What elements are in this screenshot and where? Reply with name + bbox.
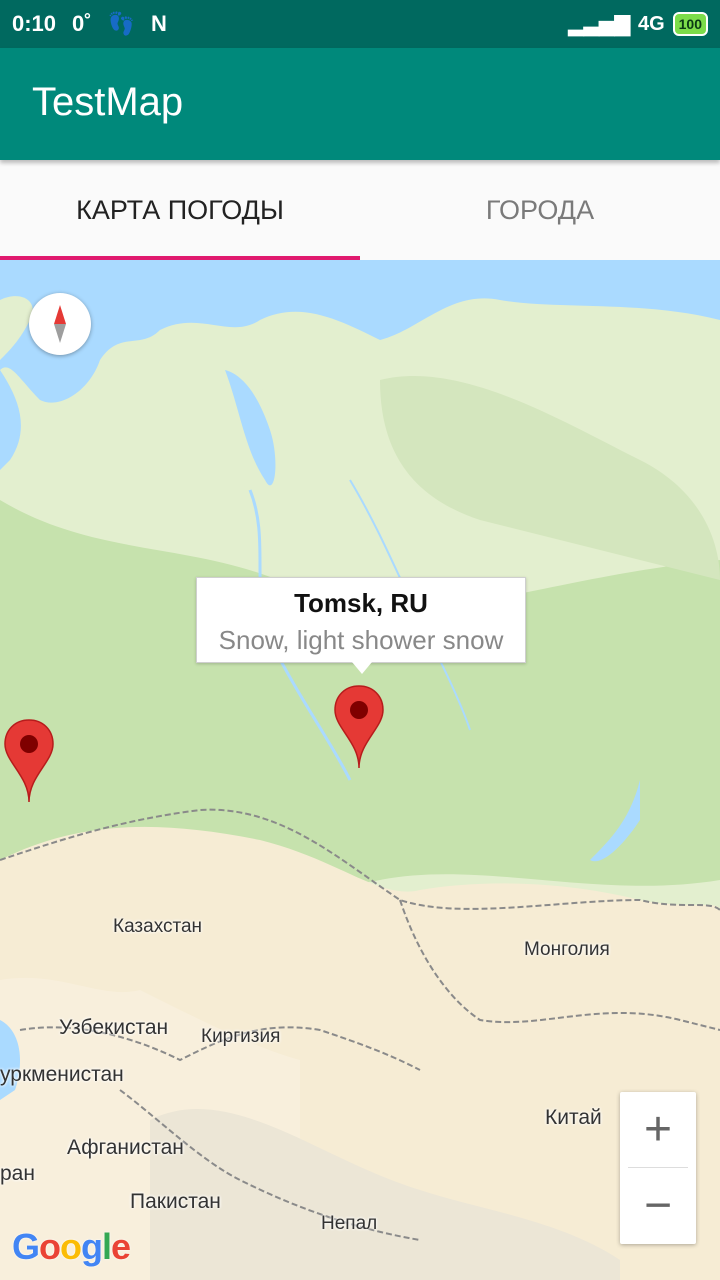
app-bar: TestMap: [0, 48, 720, 160]
map-label-china: Китай: [545, 1106, 602, 1129]
map-label-afghanistan: Афганистан: [67, 1136, 184, 1159]
tab-cities-label: ГОРОДА: [485, 194, 595, 225]
battery-icon: 100: [672, 12, 708, 36]
network-type: 4G: [637, 12, 665, 35]
map-label-mongolia: Монголия: [524, 939, 610, 960]
map-tiles: [0, 260, 720, 1280]
map-marker-west[interactable]: [3, 718, 55, 804]
compass-button[interactable]: [29, 293, 91, 355]
zoom-in-button[interactable]: +: [620, 1092, 696, 1167]
status-time: 0:10: [12, 11, 57, 36]
tab-cities[interactable]: ГОРОДА: [360, 160, 720, 260]
info-window-tail: [352, 662, 372, 674]
tab-bar: КАРТА ПОГОДЫ ГОРОДА: [0, 160, 720, 260]
tab-weather-map[interactable]: КАРТА ПОГОДЫ: [0, 160, 360, 260]
battery-level: 100: [678, 16, 702, 32]
map-label-uzbekistan: Узбекистан: [59, 1016, 169, 1039]
zoom-controls: + −: [620, 1092, 696, 1244]
map-label-turkmenistan: уркменистан: [0, 1063, 124, 1086]
google-logo: Google: [12, 1226, 131, 1267]
map-label-iran: ран: [0, 1162, 35, 1185]
app-title: TestMap: [32, 80, 184, 124]
zoom-out-button[interactable]: −: [620, 1168, 696, 1243]
tab-indicator: [0, 256, 360, 260]
map-marker-tomsk[interactable]: [333, 684, 385, 770]
map-label-nepal: Непал: [321, 1213, 378, 1234]
map-label-kazakhstan: Казахстан: [113, 916, 203, 937]
tab-weather-map-label: КАРТА ПОГОДЫ: [76, 194, 284, 225]
signal-icon: ▂▃▅▇: [568, 13, 630, 36]
map-label-pakistan: Пакистан: [130, 1190, 221, 1213]
status-bar: 0:10 0˚ 👣 N ▂▃▅▇ 4G 100: [0, 0, 720, 48]
map-label-kyrgyzstan: Киргизия: [201, 1026, 281, 1047]
map-view[interactable]: Tomsk, RU Snow, light shower snow Казахс…: [0, 260, 720, 1280]
info-window-snippet: Snow, light shower snow: [218, 625, 504, 655]
compass-icon: [54, 305, 66, 343]
info-window-title: Tomsk, RU: [294, 588, 428, 618]
status-temperature: 0˚: [72, 11, 92, 36]
footprints-icon: 👣: [107, 11, 136, 36]
n-logo-icon: N: [151, 11, 167, 36]
marker-info-window[interactable]: Tomsk, RU Snow, light shower snow: [196, 577, 526, 674]
